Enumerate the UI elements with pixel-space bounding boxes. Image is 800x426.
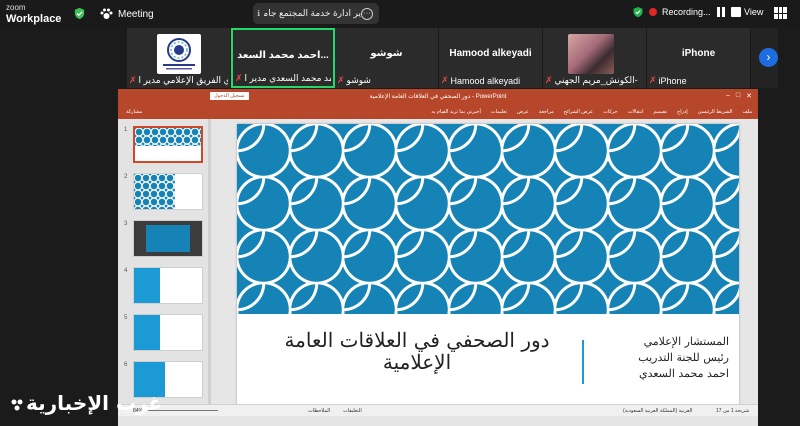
paw-icon: [100, 8, 113, 19]
participant-caption: ✗نادي الفريق الإعلامي مدير ا...: [129, 75, 228, 85]
recording-indicator: Recording...: [632, 6, 741, 18]
view-button[interactable]: View: [744, 7, 763, 17]
participant-name: شوشو: [370, 48, 403, 59]
record-dot-icon: [649, 8, 657, 16]
watermark-text: غرب الإخبارية: [26, 391, 163, 415]
slide-number: 6: [124, 362, 128, 368]
slide-number: 5: [124, 315, 128, 321]
meeting-button[interactable]: Meeting: [100, 6, 154, 22]
meeting-title-pill[interactable]: ··· ير ادارة خدمة المجتمع جامعة شقراء ℹ: [253, 3, 379, 24]
share-button[interactable]: مشاركة: [126, 109, 142, 115]
slide-number: 2: [124, 174, 128, 180]
notes-button[interactable]: الملاحظات: [308, 408, 330, 414]
slide-number: 3: [124, 221, 128, 227]
participant-tile[interactable]: ✗ الكونش_مريم الجهني-: [543, 28, 647, 88]
ppt-status-bar: 84% الملاحظات التعليقات العربية (المملكة…: [118, 404, 758, 416]
ribbon-tab[interactable]: ملف: [742, 109, 752, 115]
meeting-title: ير ادارة خدمة المجتمع جامعة شقراء: [264, 8, 361, 18]
participant-name: احمد محمد السعد...: [237, 50, 329, 61]
participant-caption: ✗ Hamood alkeyadi: [441, 75, 521, 86]
participant-name: iPhone: [681, 48, 716, 59]
slide-number: 4: [124, 268, 128, 274]
ppt-ribbon-tabs: ملف الشريط الرئيسي إدراج تصميم انتقالات …: [118, 104, 758, 119]
slide-divider: [582, 340, 584, 384]
participant-caption: ✗ شوشو: [337, 75, 371, 85]
slide-title: دور الصحفي في العلاقات العامة الإعلامية: [284, 328, 550, 374]
mic-muted-icon: ✗: [441, 75, 449, 85]
zoom-meeting-window: zoom Workplace Meeting ··· ير ادارة خدمة…: [0, 0, 800, 426]
participant-photo: [568, 34, 614, 74]
slide-subtitle: المستشار الإعلامي رئيس للجنة التدريب احم…: [638, 335, 729, 380]
participant-name: Hamood alkeyadi: [449, 48, 532, 59]
club-logo-image: [157, 34, 201, 74]
current-slide[interactable]: دور الصحفي في العلاقات العامة الإعلامية …: [237, 124, 739, 407]
participant-tile-active[interactable]: احمد محمد السعد... ✗احمد محمد السعدي مدي…: [231, 28, 335, 88]
language-indicator: العربية (المملكة العربية السعودية): [623, 408, 693, 414]
security-shield-icon[interactable]: [632, 6, 644, 18]
comments-button[interactable]: التعليقات: [343, 408, 362, 414]
slide-number: 1: [124, 127, 128, 133]
ppt-document-title: دور الصحفي في العلاقات العامة الإعلامية …: [369, 94, 507, 100]
watermark-dots-icon: [11, 399, 23, 411]
slide-thumbnail-pane: 1 2 3 4 5 6: [118, 119, 210, 404]
top-bar: zoom Workplace Meeting ··· ير ادارة خدمة…: [0, 0, 800, 27]
recording-label: Recording...: [662, 7, 711, 17]
ribbon-tab[interactable]: تعليمات: [491, 109, 507, 115]
slide-circle-pattern: [237, 124, 739, 314]
sign-in-button[interactable]: تسجيل الدخول: [210, 92, 249, 100]
participant-tile[interactable]: ✗نادي الفريق الإعلامي مدير ا...: [127, 28, 231, 88]
ribbon-tab[interactable]: تصميم: [654, 109, 667, 115]
ribbon-tab[interactable]: إدراج: [677, 109, 688, 115]
shared-powerpoint-window: تسجيل الدخول دور الصحفي في العلاقات العا…: [118, 89, 758, 426]
participant-strip: ✗نادي الفريق الإعلامي مدير ا... احمد محم…: [127, 28, 778, 88]
participant-tile[interactable]: iPhone ✗ iPhone: [647, 28, 751, 88]
ribbon-tab[interactable]: الشريط الرئيسي: [698, 109, 733, 115]
next-page-button[interactable]: ›: [759, 48, 778, 67]
slide-thumbnail[interactable]: [133, 267, 203, 304]
close-icon[interactable]: ✕: [746, 92, 752, 100]
ribbon-tab[interactable]: انتقالات: [628, 109, 644, 115]
mic-muted-icon: ✗: [337, 75, 345, 85]
mic-muted-icon: ✗: [235, 73, 243, 83]
participant-tile[interactable]: Hamood alkeyadi ✗ Hamood alkeyadi: [439, 28, 543, 88]
shield-check-icon[interactable]: [73, 7, 86, 20]
grid-view-icon[interactable]: [774, 7, 787, 19]
tell-me-search[interactable]: أخبرني بما تريد القيام به: [431, 109, 480, 115]
window-controls: – □ ✕: [726, 92, 752, 100]
slide-thumbnail[interactable]: [133, 314, 203, 351]
more-options-icon[interactable]: ···: [361, 7, 373, 20]
mic-muted-icon: ✗: [129, 75, 137, 85]
info-icon[interactable]: ℹ: [257, 9, 260, 18]
participant-caption: ✗ iPhone: [649, 75, 687, 86]
slide-counter: شريحة 1 من 17: [716, 408, 750, 414]
watermark-logo: غرب الإخبارية: [6, 388, 162, 422]
pause-recording-icon[interactable]: [716, 7, 726, 17]
participant-caption: ✗ الكونش_مريم الجهني-: [545, 75, 638, 85]
slide-thumbnail[interactable]: [133, 126, 203, 163]
ribbon-tab[interactable]: حركات: [603, 109, 617, 115]
ppt-title-bar: تسجيل الدخول دور الصحفي في العلاقات العا…: [118, 89, 758, 104]
zoom-logo: zoom Workplace: [6, 3, 62, 25]
ribbon-tab[interactable]: مراجعة: [539, 109, 554, 115]
participant-caption: ✗احمد محمد السعدي مدير ا...: [235, 73, 331, 83]
slide-thumbnail[interactable]: [133, 220, 203, 257]
participant-tile[interactable]: شوشو ✗ شوشو: [335, 28, 439, 88]
maximize-icon[interactable]: □: [736, 92, 740, 100]
ribbon-tab[interactable]: عرض: [517, 109, 529, 115]
mic-muted-icon: ✗: [545, 75, 553, 85]
stop-recording-icon[interactable]: [730, 7, 741, 17]
slide-thumbnail[interactable]: [133, 173, 203, 210]
meeting-label: Meeting: [118, 8, 154, 20]
minimize-icon[interactable]: –: [726, 92, 730, 100]
ribbon-tab[interactable]: عرض الشرائح: [564, 109, 593, 115]
mic-muted-icon: ✗: [649, 75, 657, 85]
